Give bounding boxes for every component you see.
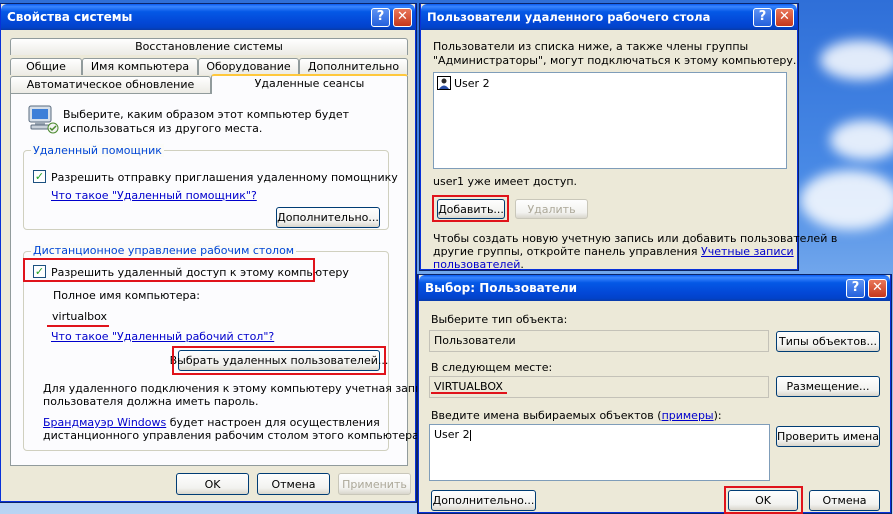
help-icon[interactable]: ? bbox=[371, 8, 390, 27]
tab-hardware[interactable]: Оборудование bbox=[198, 58, 299, 75]
cancel-button[interactable]: Отмена bbox=[809, 490, 880, 511]
remote-desktop-legend: Дистанционное управление рабочим столом bbox=[31, 244, 297, 257]
user-accounts-link-2[interactable]: пользователей bbox=[433, 258, 520, 271]
close-icon[interactable]: ✕ bbox=[775, 8, 794, 27]
full-computer-name-value: virtualbox bbox=[52, 310, 108, 323]
rdusers-desc-line-2: "Администраторы", могут подключаться к э… bbox=[433, 54, 797, 67]
select-remote-users-button[interactable]: Выбрать удаленных пользователей... bbox=[170, 350, 388, 371]
object-type-label: Выберите тип объекта: bbox=[431, 313, 568, 326]
assist-checkbox[interactable]: ✓ bbox=[33, 170, 46, 183]
window-title: Пользователи удаленного рабочего стола bbox=[427, 10, 711, 24]
add-user-button[interactable]: Добавить... bbox=[437, 199, 505, 219]
tab-remote[interactable]: Удаленные сеансы bbox=[211, 74, 408, 94]
password-note-line-1: Для удаленного подключения к этому компь… bbox=[43, 382, 435, 395]
assist-advanced-button[interactable]: Дополнительно... bbox=[276, 207, 380, 228]
assist-checkbox-label: Разрешить отправку приглашения удаленном… bbox=[51, 171, 398, 184]
location-label: В следующем месте: bbox=[431, 361, 553, 374]
enter-names-end: ): bbox=[713, 409, 722, 422]
object-type-field: Пользователи bbox=[429, 330, 769, 352]
assist-help-link[interactable]: Что такое "Удаленный помощник"? bbox=[51, 189, 257, 202]
rdp-checkbox[interactable]: ✓ bbox=[33, 265, 46, 278]
firewall-note-line-1: Брандмауэр Windows будет настроен для ос… bbox=[43, 416, 380, 429]
remote-desktop-users-window: Пользователи удаленного рабочего стола ?… bbox=[420, 4, 837, 271]
users-list[interactable]: User 2 bbox=[433, 72, 787, 169]
advanced-button[interactable]: Дополнительно... bbox=[431, 490, 536, 511]
cancel-button[interactable]: Отмена bbox=[257, 473, 330, 495]
hint-line-3: пользователей. bbox=[433, 258, 524, 271]
check-names-button[interactable]: Проверить имена bbox=[776, 426, 880, 447]
computer-name-underline bbox=[47, 325, 109, 327]
ok-button[interactable]: OK bbox=[728, 490, 798, 511]
close-icon[interactable]: ✕ bbox=[393, 8, 412, 27]
locations-button[interactable]: Размещение... bbox=[776, 376, 880, 397]
text-cursor bbox=[469, 429, 471, 441]
ok-button[interactable]: OK bbox=[176, 473, 249, 495]
window-title: Выбор: Пользователи bbox=[425, 281, 578, 295]
object-names-input[interactable]: User 2 bbox=[429, 424, 770, 481]
firewall-note-line-2: дистанционного управления рабочим столом… bbox=[43, 429, 423, 442]
tab-advanced[interactable]: Дополнительно bbox=[299, 58, 408, 75]
user-name: User 2 bbox=[454, 76, 490, 90]
examples-link[interactable]: примеры bbox=[662, 409, 714, 422]
tab-general[interactable]: Общие bbox=[10, 58, 82, 75]
hint-line-2: другие группы, откройте панель управлени… bbox=[433, 245, 794, 258]
hint-text: другие группы, откройте панель управлени… bbox=[433, 245, 702, 258]
enter-names-label: Введите имена выбираемых объектов (приме… bbox=[431, 409, 722, 422]
hint-end: . bbox=[520, 258, 524, 271]
tab-automatic-updates[interactable]: Автоматическое обновление bbox=[10, 76, 211, 93]
list-item[interactable]: User 2 bbox=[437, 76, 490, 90]
remove-user-button[interactable]: Удалить bbox=[515, 199, 588, 219]
user-icon bbox=[437, 76, 451, 90]
firewall-link[interactable]: Брандмауэр Windows bbox=[43, 416, 166, 429]
rdp-checkbox-label: Разрешить удаленный доступ к этому компь… bbox=[51, 266, 349, 279]
rdp-help-link[interactable]: Что такое "Удаленный рабочий стол"? bbox=[51, 330, 274, 343]
select-users-window: Выбор: Пользователи ? ✕ Выберите тип объ… bbox=[418, 275, 891, 514]
remote-assistance-legend: Удаленный помощник bbox=[31, 144, 164, 157]
hint-line-1: Чтобы создать новую учетную запись или д… bbox=[433, 232, 838, 245]
location-underline bbox=[431, 392, 507, 394]
object-types-button[interactable]: Типы объектов... bbox=[776, 331, 880, 352]
system-properties-window: Свойства системы ? ✕ Восстановление сист… bbox=[0, 4, 435, 502]
close-icon[interactable]: ✕ bbox=[868, 279, 887, 298]
window-title: Свойства системы bbox=[7, 10, 133, 24]
select-users-titlebar: Выбор: Пользователи ? ✕ bbox=[419, 275, 890, 301]
password-note-line-2: пользователя должна иметь пароль. bbox=[43, 395, 259, 408]
tab-computer-name[interactable]: Имя компьютера bbox=[82, 58, 198, 75]
intro-line-1: Выберите, каким образом этот компьютер б… bbox=[63, 108, 350, 121]
help-icon[interactable]: ? bbox=[846, 279, 865, 298]
remote-computer-icon bbox=[28, 105, 59, 134]
system-properties-titlebar: Свойства системы ? ✕ bbox=[1, 4, 415, 30]
user-accounts-link[interactable]: Учетные записи bbox=[701, 245, 794, 258]
location-field: VIRTUALBOX bbox=[429, 376, 769, 398]
remote-tab-panel: Выберите, каким образом этот компьютер б… bbox=[10, 93, 435, 466]
remote-desktop-users-titlebar: Пользователи удаленного рабочего стола ?… bbox=[421, 4, 797, 30]
full-computer-name-label: Полное имя компьютера: bbox=[53, 289, 200, 302]
enter-names-text: Введите имена выбираемых объектов ( bbox=[431, 409, 662, 422]
rdusers-desc-line-1: Пользователи из списка ниже, а также чле… bbox=[433, 40, 749, 53]
intro-line-2: использоваться из другого места. bbox=[63, 122, 263, 135]
firewall-note-rest: будет настроен для осуществления bbox=[166, 416, 380, 429]
object-names-value: User 2 bbox=[434, 428, 470, 441]
access-note: user1 уже имеет доступ. bbox=[433, 175, 578, 188]
help-icon[interactable]: ? bbox=[753, 8, 772, 27]
tab-system-restore[interactable]: Восстановление системы bbox=[10, 38, 408, 55]
apply-button[interactable]: Применить bbox=[338, 473, 411, 495]
